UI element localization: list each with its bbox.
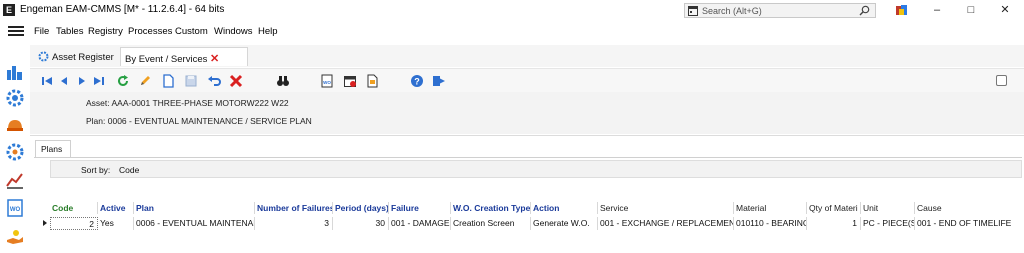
tab-plans[interactable]: Plans (35, 140, 71, 157)
svg-text:WO: WO (323, 80, 331, 85)
wo-icon[interactable]: WO (320, 74, 334, 88)
cell-code[interactable]: 2 (50, 217, 98, 230)
first-icon[interactable] (40, 74, 54, 88)
cell-service[interactable]: 001 - EXCHANGE / REPLACEMENT (598, 217, 734, 230)
cell-material[interactable]: 010110 - BEARING (734, 217, 807, 230)
record-info-panel: Asset: AAA-0001 THREE-PHASE MOTORW222 W2… (30, 92, 1024, 134)
edit-icon[interactable] (138, 74, 152, 88)
column-header[interactable]: Service (598, 202, 734, 214)
document-tabs: Asset Register By Event / Services ✕ (30, 45, 1024, 67)
title-bar: E Engeman EAM-CMMS [M* - 11.2.6.4] - 64 … (0, 0, 1024, 20)
cell-failure[interactable]: 001 - DAMAGE (389, 217, 451, 230)
help-icon[interactable]: ? (410, 74, 424, 88)
gear-icon (38, 51, 49, 62)
export-icon[interactable] (432, 74, 446, 88)
save-icon[interactable] (184, 74, 198, 88)
prev-icon[interactable] (57, 74, 71, 88)
left-sidebar: WO (0, 58, 30, 253)
search-placeholder: Search (Alt+G) (702, 6, 762, 16)
menu-help[interactable]: Help (258, 26, 278, 37)
global-search-input[interactable]: Search (Alt+G) (684, 3, 876, 18)
app-logo-icon: E (3, 4, 15, 16)
undo-icon[interactable] (207, 74, 221, 88)
column-header[interactable]: W.O. Creation Type (451, 202, 531, 214)
menu-registry[interactable]: Registry (88, 26, 123, 37)
close-window-button[interactable]: ✕ (998, 4, 1012, 16)
minimize-button[interactable]: – (930, 4, 944, 16)
cell-wo-creation-type[interactable]: Creation Screen (451, 217, 531, 230)
cell-unit[interactable]: PC - PIECE(S) (861, 217, 915, 230)
menu-tables[interactable]: Tables (56, 26, 83, 37)
column-header[interactable]: Number of Failures (255, 202, 333, 214)
column-header[interactable]: Code (50, 202, 98, 214)
cell-cause[interactable]: 001 - END OF TIMELIFE (915, 217, 1015, 230)
column-header[interactable]: Plan (134, 202, 255, 214)
cell-plan[interactable]: 0006 - EVENTUAL MAINTENANC (134, 217, 255, 230)
plans-panel: Plans Sort by: Code Code Active Plan Num… (30, 135, 1024, 253)
next-icon[interactable] (75, 74, 89, 88)
plan-info: Plan: 0006 - EVENTUAL MAINTENANCE / SERV… (86, 116, 312, 126)
tab-asset-register[interactable]: Asset Register (34, 47, 119, 66)
tab-label: By Event / Services (125, 54, 208, 65)
record-toolbar: WO ? (30, 68, 1024, 92)
theme-icon[interactable] (896, 4, 908, 16)
sort-label: Sort by: (81, 165, 111, 175)
cell-number-of-failures[interactable]: 3 (255, 217, 333, 230)
column-header[interactable]: Active (98, 202, 134, 214)
menu-processes[interactable]: Processes (128, 26, 172, 37)
menu-file[interactable]: File (34, 26, 49, 37)
menu-bar: File Tables Registry Processes Custom Wi… (0, 21, 1024, 41)
new-icon[interactable] (161, 74, 175, 88)
search-icon[interactable] (859, 5, 870, 16)
binoculars-icon[interactable] (276, 74, 290, 88)
current-row-indicator-icon (43, 220, 47, 226)
grid-header: Code Active Plan Number of Failures Peri… (50, 202, 1022, 214)
cell-qty-of-material[interactable]: 1 (807, 217, 861, 230)
svg-text:?: ? (414, 77, 420, 87)
cell-period-days[interactable]: 30 (333, 217, 389, 230)
document-icon[interactable] (365, 74, 379, 88)
column-header[interactable]: Qty of Materi (807, 202, 861, 214)
column-header[interactable]: Period (days) (333, 202, 389, 214)
helmet-icon[interactable] (5, 115, 25, 135)
delete-icon[interactable] (229, 74, 243, 88)
gear-alt-icon[interactable] (5, 142, 25, 162)
maximize-button[interactable]: □ (964, 4, 978, 16)
building-chart-icon[interactable] (5, 62, 25, 82)
work-order-icon[interactable]: WO (5, 198, 25, 218)
column-header[interactable]: Action (531, 202, 598, 214)
toolbar-checkbox[interactable] (996, 75, 1007, 86)
close-tab-icon[interactable]: ✕ (210, 53, 219, 65)
calendar-search-icon (688, 6, 698, 16)
menu-windows[interactable]: Windows (214, 26, 253, 37)
cell-action[interactable]: Generate W.O. (531, 217, 598, 230)
sort-value[interactable]: Code (119, 165, 139, 175)
window-title: Engeman EAM-CMMS [M* - 11.2.6.4] - 64 bi… (20, 4, 225, 15)
column-header[interactable]: Unit (861, 202, 915, 214)
trend-chart-icon[interactable] (5, 170, 25, 190)
plans-body: Sort by: Code Code Active Plan Number of… (34, 157, 1022, 253)
column-header[interactable]: Cause (915, 202, 1015, 214)
tab-label: Asset Register (52, 52, 114, 63)
refresh-icon[interactable] (116, 74, 130, 88)
menu-custom[interactable]: Custom (175, 26, 208, 37)
cell-active[interactable]: Yes (98, 217, 134, 230)
tab-by-event-services[interactable]: By Event / Services ✕ (120, 47, 248, 66)
hand-coin-icon[interactable] (5, 226, 25, 246)
sort-bar: Sort by: Code (50, 160, 1022, 178)
gear-icon[interactable] (5, 88, 25, 108)
table-row[interactable]: 2 Yes 0006 - EVENTUAL MAINTENANC 3 30 00… (43, 217, 1022, 230)
last-icon[interactable] (92, 74, 106, 88)
svg-text:WO: WO (10, 207, 21, 213)
asset-info: Asset: AAA-0001 THREE-PHASE MOTORW222 W2… (86, 98, 289, 108)
hamburger-menu-icon[interactable] (8, 26, 24, 37)
column-header[interactable]: Material (734, 202, 807, 214)
column-header[interactable]: Failure (389, 202, 451, 214)
calendar-icon[interactable] (343, 74, 357, 88)
